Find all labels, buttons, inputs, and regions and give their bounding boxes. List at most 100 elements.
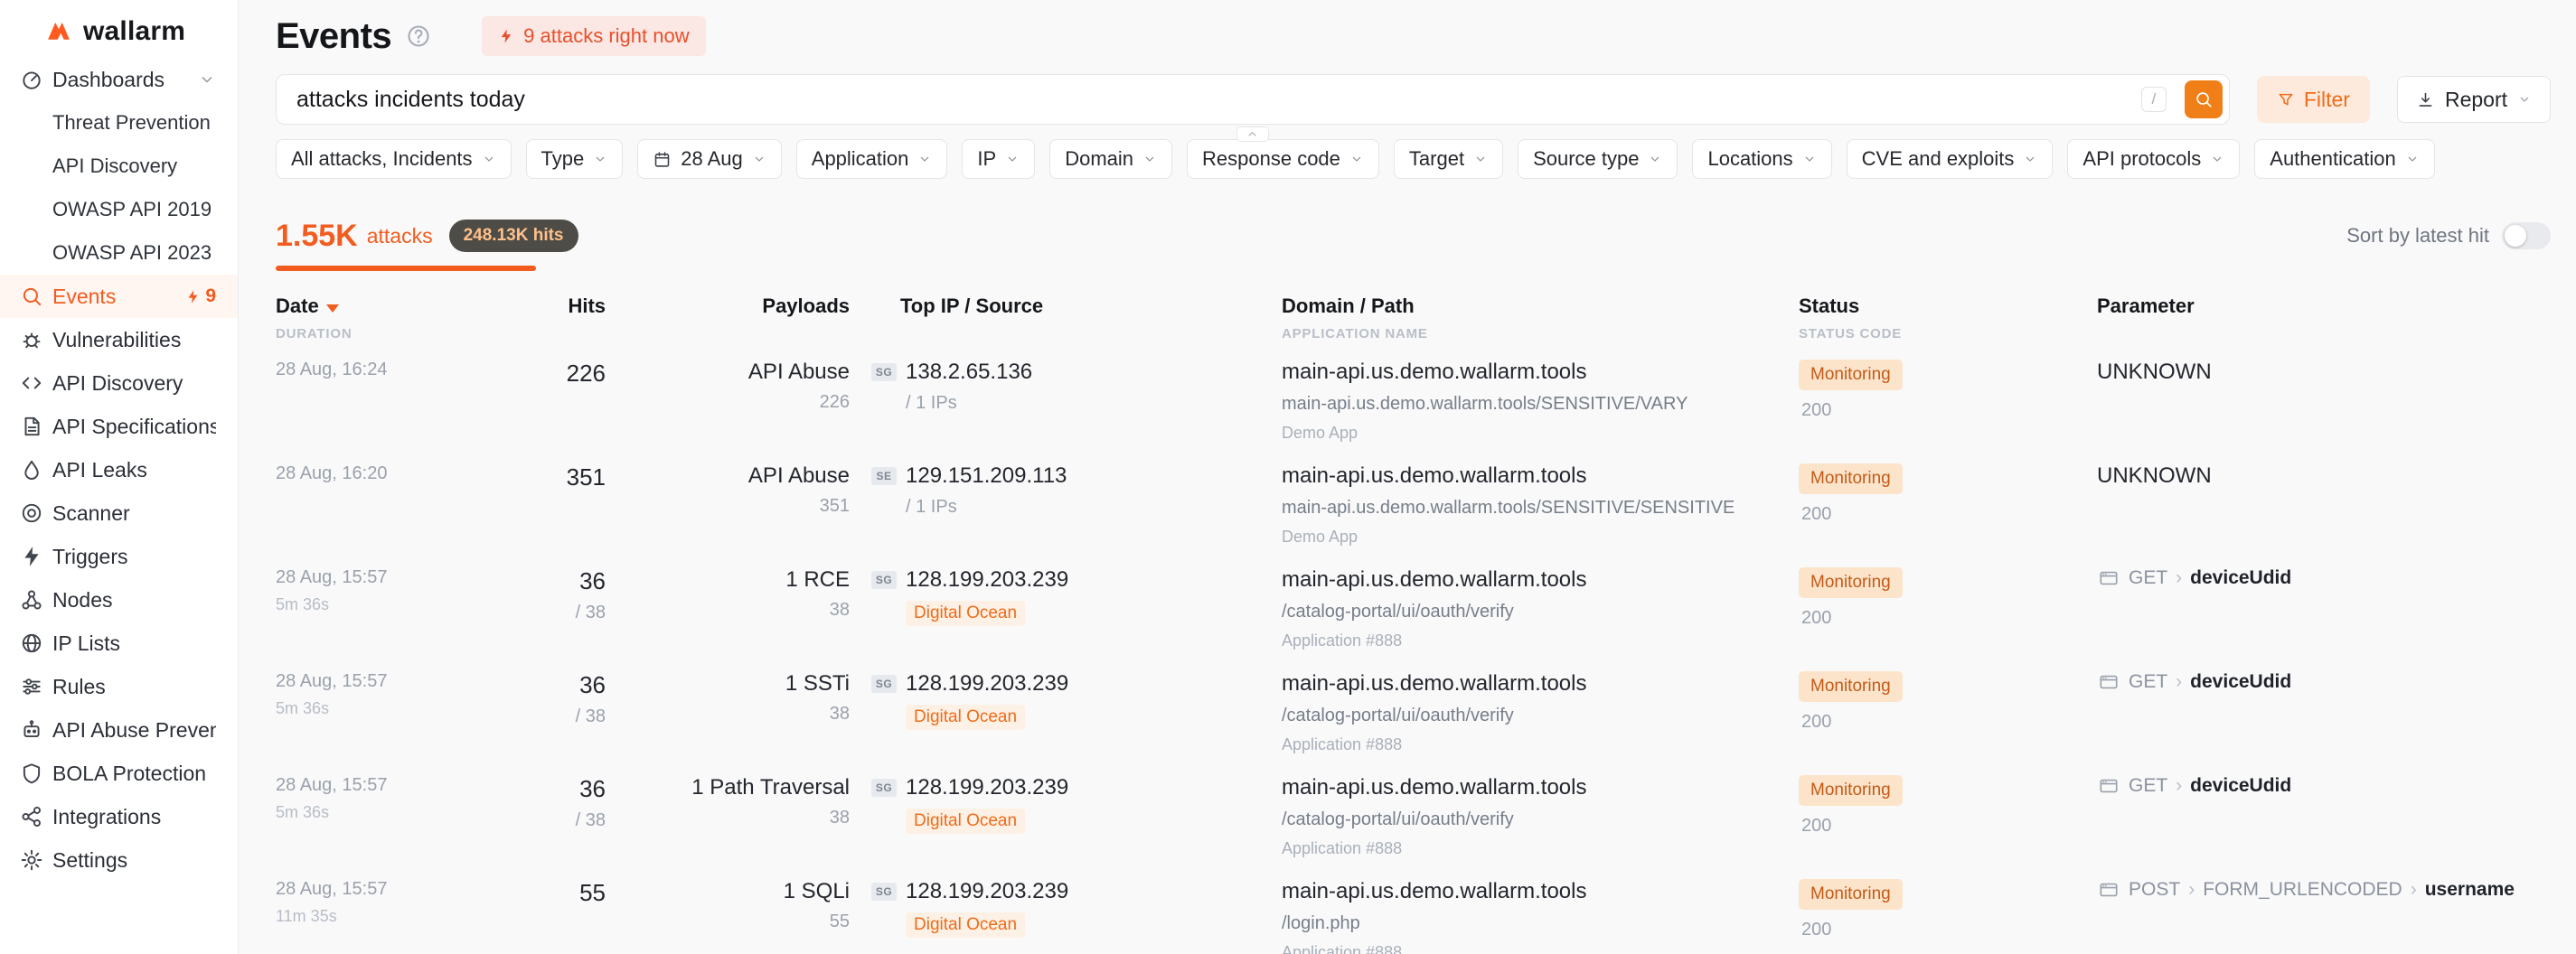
filter-chip-type[interactable]: Type — [526, 139, 624, 179]
collapse-search-handle[interactable] — [1236, 126, 1269, 142]
sidebar-item-api-specifications[interactable]: API Specifications — [0, 405, 238, 448]
event-parameter: UNKNOWN — [2067, 360, 2551, 463]
lightning-icon — [498, 28, 514, 44]
help-icon[interactable] — [406, 23, 431, 49]
event-payload: 1 RCE38 — [606, 567, 850, 671]
filter-chip-response-code[interactable]: Response code — [1187, 139, 1379, 179]
separator: › — [2176, 567, 2182, 589]
sidebar-item-triggers[interactable]: Triggers — [0, 535, 238, 578]
event-domain-path: main-api.us.demo.wallarm.tools /catalog-… — [1252, 775, 1769, 879]
sidebar-item-api-leaks[interactable]: API Leaks — [0, 448, 238, 491]
column-header-top-ip[interactable]: Top IP / Source — [850, 295, 1252, 347]
event-top-ip: SG128.199.203.239 Digital Ocean — [850, 879, 1252, 954]
filter-chip-application[interactable]: Application — [796, 139, 948, 179]
chevron-down-icon — [482, 152, 496, 166]
event-parameter: GET › deviceUdid — [2067, 567, 2551, 671]
wallarm-logo[interactable]: wallarm — [0, 13, 238, 58]
chevron-down-icon — [1473, 152, 1488, 166]
sidebar-item-scanner[interactable]: Scanner — [0, 491, 238, 535]
chevron-down-icon — [2023, 152, 2037, 166]
attacks-now-badge[interactable]: 9 attacks right now — [482, 16, 705, 56]
toggle-knob — [2505, 225, 2526, 247]
source-provider-badge: Digital Ocean — [906, 601, 1025, 626]
filter-chip-api-protocols[interactable]: API protocols — [2067, 139, 2240, 179]
sidebar-item-api-discovery-dashboard[interactable]: API Discovery — [0, 145, 238, 188]
filter-chip-date[interactable]: 28 Aug — [637, 139, 782, 179]
column-header-payloads[interactable]: Payloads — [606, 295, 850, 347]
event-date: 28 Aug, 16:24 — [276, 360, 529, 463]
document-icon — [20, 415, 43, 438]
column-header-domain[interactable]: Domain / Path APPLICATION NAME — [1252, 295, 1769, 347]
column-header-date[interactable]: Date DURATION — [276, 295, 529, 347]
filter-chip-source-type[interactable]: Source type — [1518, 139, 1678, 179]
page-title: Events — [276, 16, 391, 57]
calendar-icon — [653, 150, 672, 169]
sidebar-item-rules[interactable]: Rules — [0, 665, 238, 708]
table-row[interactable]: 28 Aug, 15:575m 36s 36/ 38 1 RCE38 SG128… — [276, 567, 2551, 671]
event-hits: 351 — [529, 463, 606, 567]
chevron-down-icon — [2405, 152, 2420, 166]
event-domain-path: main-api.us.demo.wallarm.tools /login.ph… — [1252, 879, 1769, 954]
sidebar-item-events[interactable]: Events 9 — [0, 275, 238, 318]
sidebar-item-owasp-api-2023[interactable]: OWASP API 2023 — [0, 231, 238, 275]
browser-window-icon — [2097, 672, 2120, 692]
filter-chip-authentication[interactable]: Authentication — [2254, 139, 2434, 179]
sidebar-item-integrations[interactable]: Integrations — [0, 795, 238, 838]
filter-chip-attack-type[interactable]: All attacks, Incidents — [276, 139, 512, 179]
sidebar-item-bola-protection[interactable]: BOLA Protection — [0, 752, 238, 795]
chevron-down-icon — [917, 152, 932, 166]
event-top-ip: SG128.199.203.239 Digital Ocean — [850, 775, 1252, 879]
target-icon — [20, 501, 43, 525]
table-row[interactable]: 28 Aug, 15:575m 36s 36/ 38 1 Path Traver… — [276, 775, 2551, 879]
column-header-status[interactable]: Status STATUS CODE — [1769, 295, 2067, 347]
chevron-down-icon — [198, 70, 216, 89]
sidebar-item-settings[interactable]: Settings — [0, 838, 238, 882]
column-header-hits[interactable]: Hits — [529, 295, 606, 347]
separator: › — [2176, 775, 2182, 797]
active-tab-indicator — [276, 266, 536, 271]
table-row[interactable]: 28 Aug, 15:5711m 35s 55 1 SQLi55 SG128.1… — [276, 879, 2551, 954]
sort-toggle-label: Sort by latest hit — [2346, 224, 2489, 248]
filter-chip-ip[interactable]: IP — [962, 139, 1035, 179]
app-root: wallarm Dashboards Threat Prevention API… — [0, 0, 2576, 954]
search-input[interactable] — [276, 74, 2230, 125]
event-status: Monitoring 200 — [1769, 360, 2067, 463]
report-button[interactable]: Report — [2397, 76, 2551, 123]
sidebar-item-api-abuse-prevention[interactable]: API Abuse Prevention — [0, 708, 238, 752]
status-badge: Monitoring — [1799, 567, 1903, 598]
sidebar-item-api-discovery[interactable]: API Discovery — [0, 361, 238, 405]
chevron-down-icon — [1802, 152, 1817, 166]
event-payload: API Abuse351 — [606, 463, 850, 567]
table-body: 28 Aug, 16:24 226 API Abuse226 SG138.2.6… — [276, 360, 2551, 954]
lightning-icon — [185, 289, 201, 304]
separator: › — [2188, 879, 2195, 901]
sidebar-item-nodes[interactable]: Nodes — [0, 578, 238, 622]
sidebar-item-owasp-api-2019[interactable]: OWASP API 2019 — [0, 188, 238, 231]
event-top-ip: SG138.2.65.136 / 1 IPs — [850, 360, 1252, 463]
sidebar-item-vulnerabilities[interactable]: Vulnerabilities — [0, 318, 238, 361]
filter-chip-target[interactable]: Target — [1394, 139, 1503, 179]
code-icon — [20, 371, 43, 395]
table-row[interactable]: 28 Aug, 15:575m 36s 36/ 38 1 SSTi38 SG12… — [276, 671, 2551, 775]
filter-chip-domain[interactable]: Domain — [1049, 139, 1172, 179]
event-status: Monitoring 200 — [1769, 879, 2067, 954]
event-domain-path: main-api.us.demo.wallarm.tools main-api.… — [1252, 463, 1769, 567]
filter-chip-locations[interactable]: Locations — [1692, 139, 1831, 179]
sort-by-latest-hit-toggle[interactable] — [2502, 222, 2551, 249]
table-row[interactable]: 28 Aug, 16:24 226 API Abuse226 SG138.2.6… — [276, 360, 2551, 463]
share-icon — [20, 805, 43, 828]
sidebar-item-dashboards[interactable]: Dashboards — [0, 58, 238, 101]
event-parameter: GET › deviceUdid — [2067, 775, 2551, 879]
table-row[interactable]: 28 Aug, 16:20 351 API Abuse351 SE129.151… — [276, 463, 2551, 567]
event-domain-path: main-api.us.demo.wallarm.tools main-api.… — [1252, 360, 1769, 463]
column-header-parameter[interactable]: Parameter — [2067, 295, 2551, 347]
status-code: 200 — [1799, 400, 2067, 421]
search-button[interactable] — [2185, 80, 2223, 118]
filter-chip-cve-exploits[interactable]: CVE and exploits — [1847, 139, 2054, 179]
sidebar-item-ip-lists[interactable]: IP Lists — [0, 622, 238, 665]
bug-icon — [20, 328, 43, 351]
browser-window-icon — [2097, 880, 2120, 900]
event-payload: 1 Path Traversal38 — [606, 775, 850, 879]
filter-button[interactable]: Filter — [2257, 76, 2370, 123]
sidebar-item-threat-prevention[interactable]: Threat Prevention — [0, 101, 238, 145]
